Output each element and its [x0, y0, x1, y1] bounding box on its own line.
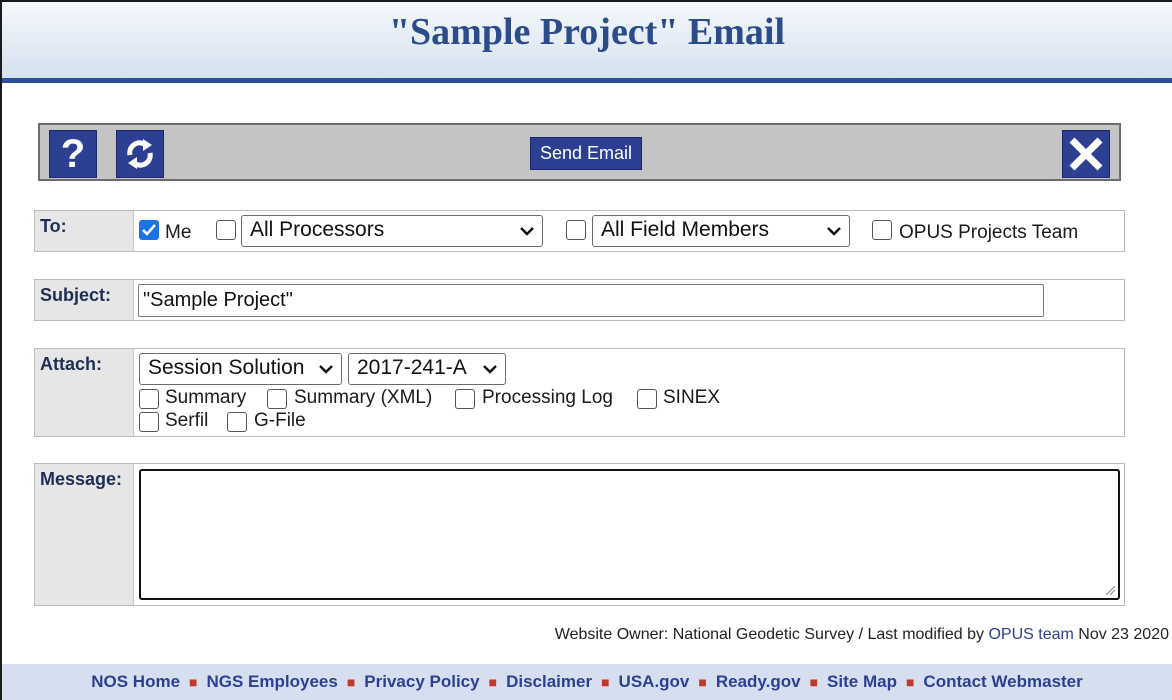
attach-label: Attach: [35, 349, 134, 436]
separator-dot: ■ [189, 674, 198, 690]
resize-grip-icon[interactable] [1104, 584, 1116, 596]
footer-link-contact-webmaster[interactable]: Contact Webmaster [923, 672, 1082, 692]
solution-select[interactable]: Session Solution [139, 353, 342, 385]
solution-value: Session Solution [148, 356, 305, 379]
opus-team-label: OPUS Projects Team [899, 222, 1079, 243]
message-label: Message: [35, 464, 134, 605]
separator-dot: ■ [905, 674, 915, 690]
separator-dot: ■ [346, 674, 356, 690]
all-field-members-value: All Field Members [601, 218, 770, 241]
footer-nav: NOS Home ■ NGS Employees ■ Privacy Polic… [2, 664, 1172, 700]
refresh-button[interactable] [116, 130, 164, 178]
check-icon [142, 224, 156, 236]
summary-xml-label: Summary (XML) [294, 387, 433, 408]
all-processors-checkbox[interactable] [216, 220, 236, 240]
opus-team-checkbox[interactable] [872, 220, 892, 240]
footer-link-usa-gov[interactable]: USA.gov [619, 672, 690, 692]
processing-log-checkbox[interactable] [455, 389, 475, 409]
header: "Sample Project" Email [2, 2, 1172, 78]
me-label: Me [165, 222, 192, 243]
processing-log-label: Processing Log [482, 387, 613, 408]
opus-team-link[interactable]: OPUS team [988, 626, 1073, 643]
all-field-members-select[interactable]: All Field Members [592, 215, 850, 247]
message-section: Message: [34, 463, 1125, 606]
summary-checkbox[interactable] [139, 389, 159, 409]
toolbar: ? Send Email [38, 123, 1121, 181]
attach-section: Attach: Session Solution 2017-241-A Summ… [34, 348, 1125, 437]
separator-dot: ■ [601, 674, 610, 690]
send-email-button[interactable]: Send Email [530, 137, 642, 170]
chevron-down-icon [319, 365, 333, 374]
serfil-label: Serfil [165, 410, 209, 431]
footer-link-ready-gov[interactable]: Ready.gov [716, 672, 801, 692]
sinex-label: SINEX [663, 387, 721, 408]
session-select[interactable]: 2017-241-A [348, 353, 506, 385]
header-rule [2, 78, 1172, 83]
modified-date: Nov 23 2020 [1073, 626, 1169, 643]
footer-link-site-map[interactable]: Site Map [827, 672, 897, 692]
separator-dot: ■ [809, 674, 819, 690]
refresh-icon [127, 139, 153, 169]
separator-dot: ■ [698, 674, 707, 690]
summary-label: Summary [165, 387, 247, 408]
website-owner-line: Website Owner: National Geodetic Survey … [555, 626, 1169, 644]
chevron-down-icon [520, 227, 534, 236]
all-processors-value: All Processors [250, 218, 385, 241]
footer-link-ngs-employees[interactable]: NGS Employees [207, 672, 338, 692]
owner-text: Website Owner: National Geodetic Survey … [554, 626, 989, 643]
subject-section: Subject: "Sample Project" [34, 279, 1125, 321]
gfile-checkbox[interactable] [227, 412, 247, 432]
me-checkbox[interactable] [139, 220, 159, 240]
message-textarea[interactable] [139, 469, 1120, 600]
separator-dot: ■ [488, 674, 498, 690]
help-button[interactable]: ? [49, 130, 97, 178]
chevron-down-icon [483, 365, 497, 374]
footer-link-nos-home[interactable]: NOS Home [91, 672, 180, 692]
gfile-label: G-File [254, 410, 306, 431]
footer-link-privacy-policy[interactable]: Privacy Policy [364, 672, 479, 692]
footer-link-disclaimer[interactable]: Disclaimer [506, 672, 592, 692]
sinex-checkbox[interactable] [637, 389, 657, 409]
chevron-down-icon [827, 227, 841, 236]
close-icon [1069, 137, 1103, 171]
session-value: 2017-241-A [357, 356, 467, 379]
summary-xml-checkbox[interactable] [267, 389, 287, 409]
to-section: To: Me All Processors All Field Members … [34, 210, 1125, 252]
page-title: "Sample Project" Email [388, 11, 786, 53]
subject-input[interactable]: "Sample Project" [138, 284, 1044, 317]
all-field-members-checkbox[interactable] [566, 220, 586, 240]
subject-label: Subject: [35, 280, 134, 320]
help-icon: ? [60, 132, 86, 176]
all-processors-select[interactable]: All Processors [241, 215, 543, 247]
serfil-checkbox[interactable] [139, 412, 159, 432]
to-label: To: [35, 211, 134, 251]
close-button[interactable] [1062, 130, 1110, 178]
